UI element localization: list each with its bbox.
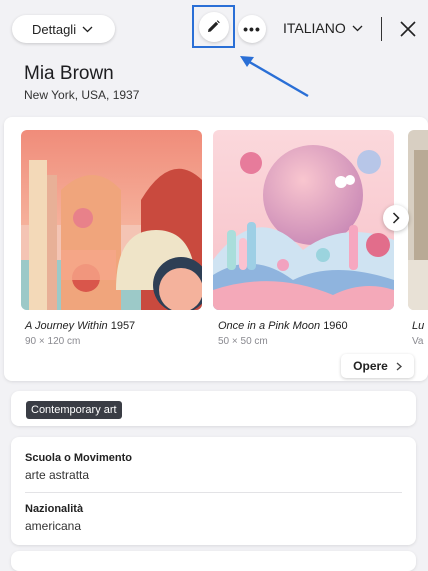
edit-highlight xyxy=(192,5,235,48)
close-icon[interactable] xyxy=(397,18,419,40)
edit-button[interactable] xyxy=(198,11,229,42)
artwork-size: Va xyxy=(412,336,424,347)
details-dropdown-button[interactable]: Dettagli xyxy=(12,15,115,43)
language-label: ITALIANO xyxy=(283,20,346,36)
movement-value: arte astratta xyxy=(25,468,90,482)
details-label: Dettagli xyxy=(32,21,77,37)
pencil-icon xyxy=(208,20,220,32)
artwork-3-image xyxy=(408,130,428,310)
artwork-size: 90 × 120 cm xyxy=(25,336,81,347)
language-selector[interactable]: ITALIANO xyxy=(283,20,363,36)
movement-label: Scuola o Movimento xyxy=(25,452,132,464)
artwork-title-text: A Journey Within xyxy=(25,320,108,332)
artwork-2-image xyxy=(213,130,394,310)
annotation-arrow-icon xyxy=(240,56,309,98)
artworks-card: A Journey Within 1957 90 × 120 cm Once i… xyxy=(4,117,428,381)
chevron-down-icon xyxy=(82,26,93,32)
top-bar: Dettagli ••• ITALIANO xyxy=(0,0,428,60)
nationality-label: Nazionalità xyxy=(25,503,84,515)
more-icon: ••• xyxy=(243,21,261,37)
artwork-size: 50 × 50 cm xyxy=(218,336,268,347)
divider xyxy=(25,492,402,493)
nationality-value: americana xyxy=(25,519,82,533)
divider xyxy=(381,17,382,41)
artwork-title[interactable]: A Journey Within 1957 xyxy=(25,320,135,332)
chevron-down-icon xyxy=(352,25,363,31)
artist-name: Mia Brown xyxy=(24,63,114,84)
artist-origin: New York, USA, 1937 xyxy=(24,88,140,102)
view-works-button[interactable]: Opere xyxy=(341,354,414,378)
more-options-button[interactable]: ••• xyxy=(238,15,266,43)
chevron-right-icon xyxy=(392,212,400,224)
artwork-title[interactable]: Lu xyxy=(412,320,424,332)
artwork-year: 1957 xyxy=(110,320,136,332)
artwork-year: 1960 xyxy=(323,320,348,332)
artwork-1-image xyxy=(21,130,202,310)
chevron-right-icon xyxy=(396,362,402,370)
artwork-image[interactable] xyxy=(213,130,394,310)
view-works-label: Opere xyxy=(353,359,388,373)
tag-badge[interactable]: Contemporary art xyxy=(26,401,122,419)
info-card: Scuola o Movimento arte astratta Naziona… xyxy=(11,437,416,545)
carousel-next-button[interactable] xyxy=(383,205,409,231)
artwork-title[interactable]: Once in a Pink Moon 1960 xyxy=(218,320,348,332)
artwork-image[interactable] xyxy=(408,130,428,310)
artwork-title-text: Lu xyxy=(412,320,425,332)
artwork-image[interactable] xyxy=(21,130,202,310)
next-section-card xyxy=(11,551,416,571)
artwork-title-text: Once in a Pink Moon xyxy=(218,320,321,332)
tags-card: Contemporary art xyxy=(11,391,416,426)
